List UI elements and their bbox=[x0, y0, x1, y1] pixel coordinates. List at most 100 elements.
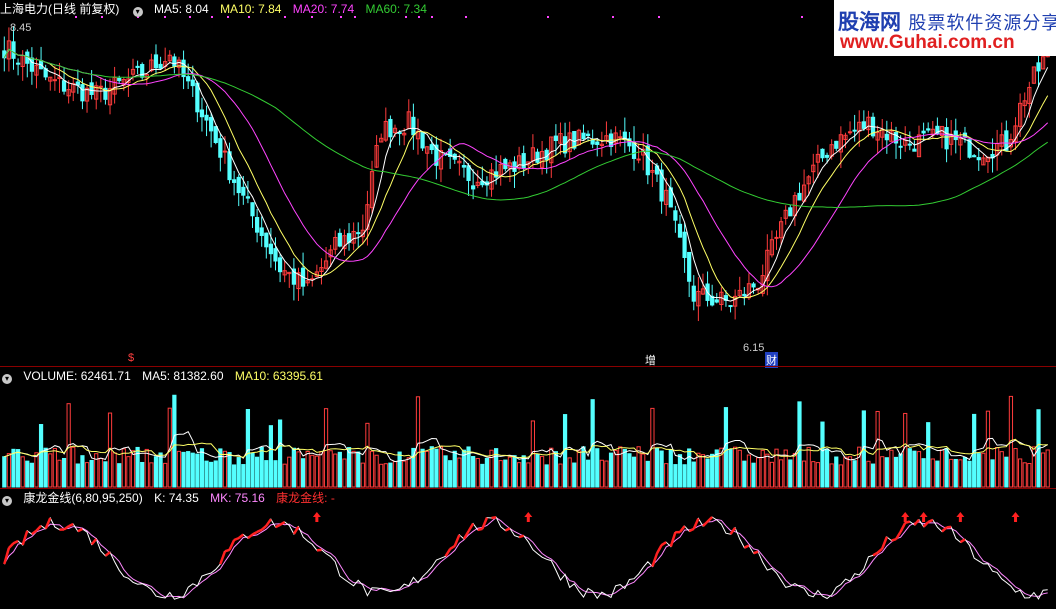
volume-bar bbox=[402, 460, 407, 488]
volume-bar bbox=[388, 462, 393, 488]
volume-bar bbox=[613, 449, 618, 488]
volume-bar bbox=[788, 459, 793, 488]
volume-bar bbox=[967, 460, 972, 488]
volume-bar bbox=[507, 456, 513, 488]
volume-bar bbox=[953, 458, 958, 488]
volume-bar bbox=[521, 455, 526, 488]
volume-bar bbox=[34, 452, 39, 488]
volume-bar bbox=[930, 458, 935, 488]
volume-bar bbox=[186, 451, 191, 488]
volume-bar bbox=[728, 448, 733, 488]
indicator-strong-segment bbox=[946, 525, 952, 529]
indicator-strong-segment bbox=[922, 521, 930, 528]
volume-bar bbox=[333, 453, 338, 488]
signal-dot bbox=[547, 16, 549, 18]
candle-body bbox=[245, 196, 251, 199]
volume-bar bbox=[117, 463, 122, 488]
volume-bar bbox=[645, 460, 650, 488]
candle-body bbox=[898, 145, 903, 148]
candle-body bbox=[636, 158, 641, 161]
candle-body bbox=[153, 54, 159, 69]
candle-body bbox=[250, 202, 255, 217]
volume-bar bbox=[300, 458, 306, 488]
volume-bar bbox=[677, 454, 683, 488]
volume-bar bbox=[838, 464, 843, 488]
candle-body bbox=[590, 139, 595, 145]
signal-dot bbox=[658, 16, 660, 18]
volume-bar bbox=[581, 446, 586, 488]
volume-bar bbox=[820, 421, 825, 488]
volume-bar bbox=[811, 461, 816, 488]
indicator-strong-segment bbox=[12, 539, 19, 545]
volume-bar bbox=[199, 448, 205, 488]
candle-body bbox=[944, 127, 949, 150]
volume-panel-header: ▾ VOLUME: 62461.71 MA5: 81382.60 MA10: 6… bbox=[0, 368, 331, 384]
volume-bar bbox=[112, 452, 117, 488]
volume-bar bbox=[374, 454, 379, 488]
volume-bar bbox=[232, 464, 237, 488]
volume-bar bbox=[144, 448, 149, 488]
volume-bar bbox=[406, 457, 411, 488]
volume-bar bbox=[282, 463, 287, 488]
ma10-line bbox=[3, 48, 1049, 299]
volume-bar bbox=[852, 460, 857, 488]
volume-bar bbox=[291, 447, 296, 488]
candle-body bbox=[259, 227, 264, 236]
volume-bar bbox=[277, 419, 283, 488]
watermark-url: www.Guhai.com.cn bbox=[840, 32, 1015, 53]
candle-body bbox=[774, 236, 779, 239]
candle-body bbox=[742, 293, 747, 297]
settings-circle-icon[interactable]: ▾ bbox=[2, 496, 12, 506]
volume-bar bbox=[884, 457, 889, 488]
ma20-label: MA20: 7.74 bbox=[292, 2, 355, 16]
volume-bar bbox=[273, 460, 278, 488]
candle-body bbox=[89, 82, 94, 95]
volume-bar bbox=[429, 446, 434, 488]
settings-circle-icon[interactable]: ▾ bbox=[132, 7, 143, 17]
volume-bar bbox=[397, 451, 402, 488]
candle-body bbox=[1036, 62, 1041, 72]
volume-bar bbox=[921, 458, 926, 488]
volume-bar bbox=[392, 461, 398, 488]
candle-body bbox=[236, 176, 241, 194]
stock-name-label: 上海电力(日线 前复权) bbox=[0, 2, 120, 16]
volume-bar bbox=[1018, 458, 1023, 488]
candle-body bbox=[213, 126, 218, 143]
candle-body bbox=[273, 248, 278, 262]
volume-bar bbox=[434, 448, 439, 488]
volume-bar bbox=[438, 446, 444, 488]
stock-chart-canvas bbox=[2, 16, 1050, 600]
guhai-watermark: 股海网 股票软件资源分享 www.Guhai.com.cn bbox=[834, 0, 1056, 56]
candle-body bbox=[673, 210, 678, 221]
volume-bar bbox=[907, 448, 912, 488]
volume-bar bbox=[999, 451, 1004, 488]
volume-bar bbox=[880, 456, 885, 488]
indicator-strong-segment bbox=[651, 552, 659, 567]
indicator-strong-segment bbox=[31, 529, 38, 536]
volume-bar bbox=[25, 460, 30, 488]
volume-bar bbox=[751, 462, 756, 488]
volume-bar bbox=[342, 458, 347, 488]
volume-bar bbox=[379, 463, 384, 488]
volume-bar bbox=[195, 453, 200, 488]
volume-bar bbox=[668, 448, 673, 488]
indicator-strong-segment bbox=[3, 547, 11, 565]
volume-bar bbox=[641, 453, 646, 488]
volume-bar bbox=[172, 394, 177, 488]
volume-bar bbox=[80, 455, 85, 488]
volume-bar bbox=[1004, 456, 1009, 488]
volume-bar bbox=[558, 463, 563, 488]
volume-bar bbox=[778, 459, 784, 488]
indicator-strong-segment bbox=[959, 538, 966, 544]
chart-stage: 上海电力(日线 前复权) ▾ MA5: 8.04 MA10: 7.84 MA20… bbox=[0, 0, 1056, 609]
volume-bar bbox=[847, 456, 853, 488]
volume-bar bbox=[585, 459, 591, 488]
candle-body bbox=[254, 217, 260, 233]
settings-circle-icon[interactable]: ▾ bbox=[2, 374, 12, 384]
volume-bar bbox=[893, 456, 899, 488]
volume-bar bbox=[939, 449, 945, 488]
volume-bar bbox=[824, 448, 830, 488]
volume-bar bbox=[57, 459, 62, 488]
volume-bar bbox=[608, 452, 614, 488]
candle-body bbox=[687, 251, 692, 282]
